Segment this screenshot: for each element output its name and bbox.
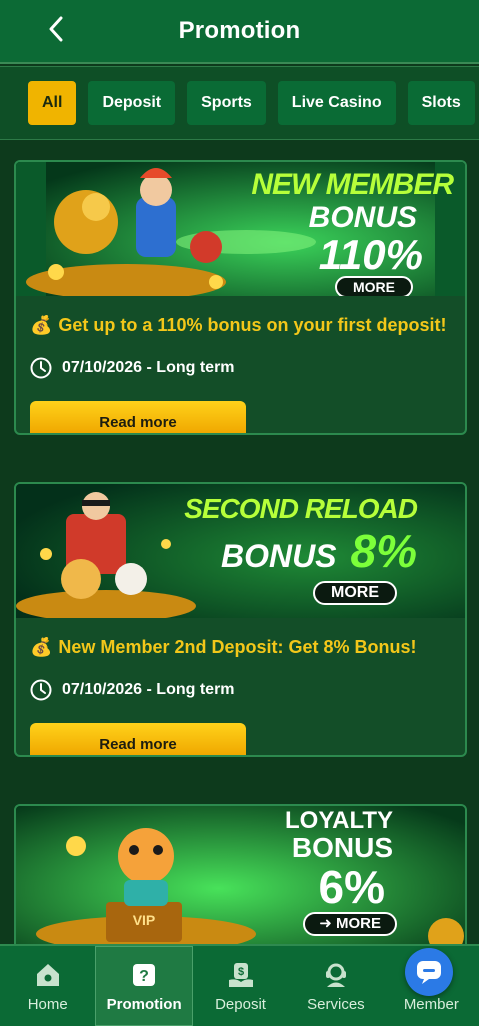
gift-icon: ?	[133, 963, 156, 986]
bottom-navigation: Home ? Promotion $ Deposit Services Memb…	[0, 944, 479, 1026]
home-icon	[36, 963, 59, 986]
tab-deposit[interactable]: Deposit	[88, 81, 176, 125]
promotion-feed[interactable]: NEW MEMBER BONUS 110% MORE 💰 Get up to a …	[0, 140, 479, 944]
nav-label: Member	[403, 995, 459, 1013]
chat-bubble-icon	[417, 961, 441, 984]
read-more-button[interactable]: Read more	[30, 723, 246, 755]
banner-percentage: 110%	[318, 231, 423, 278]
nav-services[interactable]: Services	[288, 946, 383, 1026]
promotion-card[interactable]: SECOND RELOAD BONUS 8% MORE 💰 New Member …	[14, 482, 467, 757]
vip-badge: VIP	[132, 912, 156, 928]
tab-slots[interactable]: Slots	[407, 81, 475, 125]
read-more-button[interactable]: Read more	[30, 401, 246, 433]
clock-icon	[30, 357, 52, 379]
chat-button[interactable]	[405, 948, 453, 996]
back-button[interactable]	[40, 13, 72, 45]
promotion-title: 💰 New Member 2nd Deposit: Get 8% Bonus!	[30, 637, 417, 657]
banner-art	[16, 806, 465, 944]
banner-percentage: 6%	[318, 861, 385, 913]
banner-subheadline: BONUS	[291, 832, 393, 863]
promotion-date: 07/10/2026 - Long term	[62, 681, 235, 698]
banner-headline: NEW MEMBER	[251, 168, 454, 201]
promotion-date: 07/10/2026 - Long term	[62, 359, 235, 376]
promotion-card[interactable]: VIP LOYALTY BONUS 6% ➜ MORE	[14, 804, 467, 944]
category-tabs-bar: All Deposit Sports Live Casino Slots	[0, 66, 479, 140]
promotion-date-row: 07/10/2026 - Long term	[30, 679, 451, 701]
nav-label: Home	[27, 995, 68, 1013]
money-bag-icon: 💰	[30, 637, 53, 657]
promotion-banner[interactable]: NEW MEMBER BONUS 110% MORE	[16, 162, 465, 296]
banner-headline: SECOND RELOAD	[184, 493, 418, 524]
promotion-card[interactable]: NEW MEMBER BONUS 110% MORE 💰 Get up to a …	[14, 160, 467, 435]
banner-more-button[interactable]: ➜ MORE	[303, 912, 397, 936]
nav-label: Deposit	[215, 995, 266, 1013]
nav-promotion[interactable]: ? Promotion	[95, 946, 193, 1026]
page-title: Promotion	[178, 17, 301, 44]
svg-text:?: ?	[139, 968, 149, 985]
money-hand-icon: $	[228, 962, 253, 987]
nav-home[interactable]: Home	[0, 946, 95, 1026]
chevron-left-icon	[49, 16, 63, 42]
banner-more-button[interactable]: MORE	[335, 276, 413, 296]
nav-label: Promotion	[106, 995, 182, 1013]
nav-deposit[interactable]: $ Deposit	[193, 946, 288, 1026]
banner-subheadline: BONUS	[308, 201, 417, 234]
banner-percentage: 8%	[350, 525, 417, 577]
promotion-title: 💰 Get up to a 110% bonus on your first de…	[30, 315, 447, 335]
promotion-date-row: 07/10/2026 - Long term	[30, 357, 451, 379]
promotion-banner[interactable]: VIP LOYALTY BONUS 6% ➜ MORE	[16, 806, 465, 944]
tab-sports[interactable]: Sports	[187, 81, 266, 125]
tab-live-casino[interactable]: Live Casino	[277, 81, 396, 125]
banner-headline: LOYALTY	[284, 807, 393, 834]
svg-text:$: $	[237, 966, 243, 978]
headset-icon	[325, 963, 346, 987]
nav-label: Services	[307, 995, 365, 1013]
tab-all[interactable]: All	[28, 81, 77, 125]
clock-icon	[30, 679, 52, 701]
banner-subheadline: BONUS	[220, 538, 337, 574]
money-bag-icon: 💰	[30, 315, 53, 335]
banner-more-button[interactable]: MORE	[313, 581, 397, 605]
app-header: Promotion	[0, 0, 479, 64]
promotion-banner[interactable]: SECOND RELOAD BONUS 8% MORE	[16, 484, 465, 618]
